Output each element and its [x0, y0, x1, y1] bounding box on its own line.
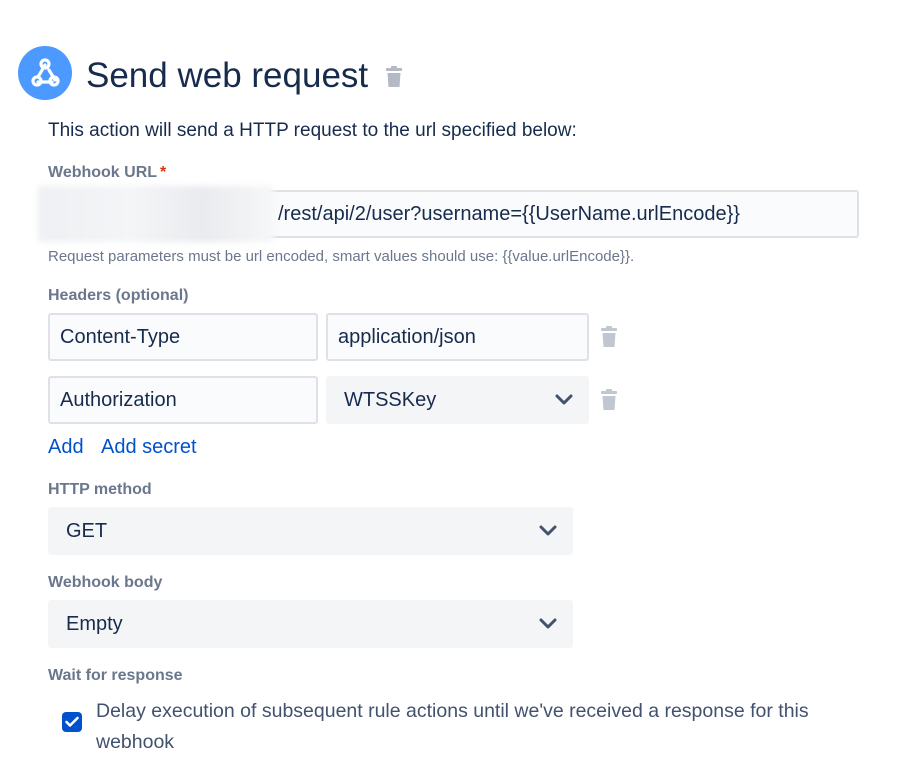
webhook-url-label: Webhook URL *	[48, 164, 167, 181]
http-method-label: HTTP method	[48, 481, 152, 498]
checkmark-icon	[65, 716, 79, 727]
wait-for-response-label: Wait for response	[48, 667, 183, 684]
chevron-down-icon	[555, 394, 573, 405]
add-header-link[interactable]: Add	[48, 436, 84, 459]
webhook-body-label: Webhook body	[48, 574, 163, 591]
webhook-url-hint: Request parameters must be url encoded, …	[48, 248, 635, 265]
remove-header-trash-icon[interactable]	[599, 326, 619, 348]
webhook-icon	[18, 46, 72, 100]
header-name-input[interactable]: Authorization	[48, 376, 318, 424]
action-description: This action will send a HTTP request to …	[48, 120, 577, 141]
redacted-url-host	[38, 186, 274, 242]
page-title: Send web request	[86, 56, 369, 95]
chevron-down-icon	[539, 525, 557, 536]
header-secret-select[interactable]: WTSSKey	[326, 376, 589, 424]
wait-for-response-checkbox[interactable]	[62, 712, 82, 732]
wait-for-response-checkbox-label[interactable]: Delay execution of subsequent rule actio…	[96, 696, 846, 758]
http-method-select[interactable]: GET	[48, 507, 573, 555]
delete-action-trash-icon[interactable]	[384, 66, 404, 93]
headers-label: Headers (optional)	[48, 287, 189, 304]
remove-header-trash-icon[interactable]	[599, 389, 619, 411]
webhook-body-select[interactable]: Empty	[48, 600, 573, 648]
header-name-input[interactable]: Content-Type	[48, 313, 318, 361]
webhook-url-value[interactable]: /rest/api/2/user?username={{UserName.url…	[278, 203, 740, 226]
header-value-input[interactable]: application/json	[326, 313, 589, 361]
chevron-down-icon	[539, 618, 557, 629]
add-secret-link[interactable]: Add secret	[101, 436, 197, 459]
required-marker: *	[160, 164, 167, 181]
